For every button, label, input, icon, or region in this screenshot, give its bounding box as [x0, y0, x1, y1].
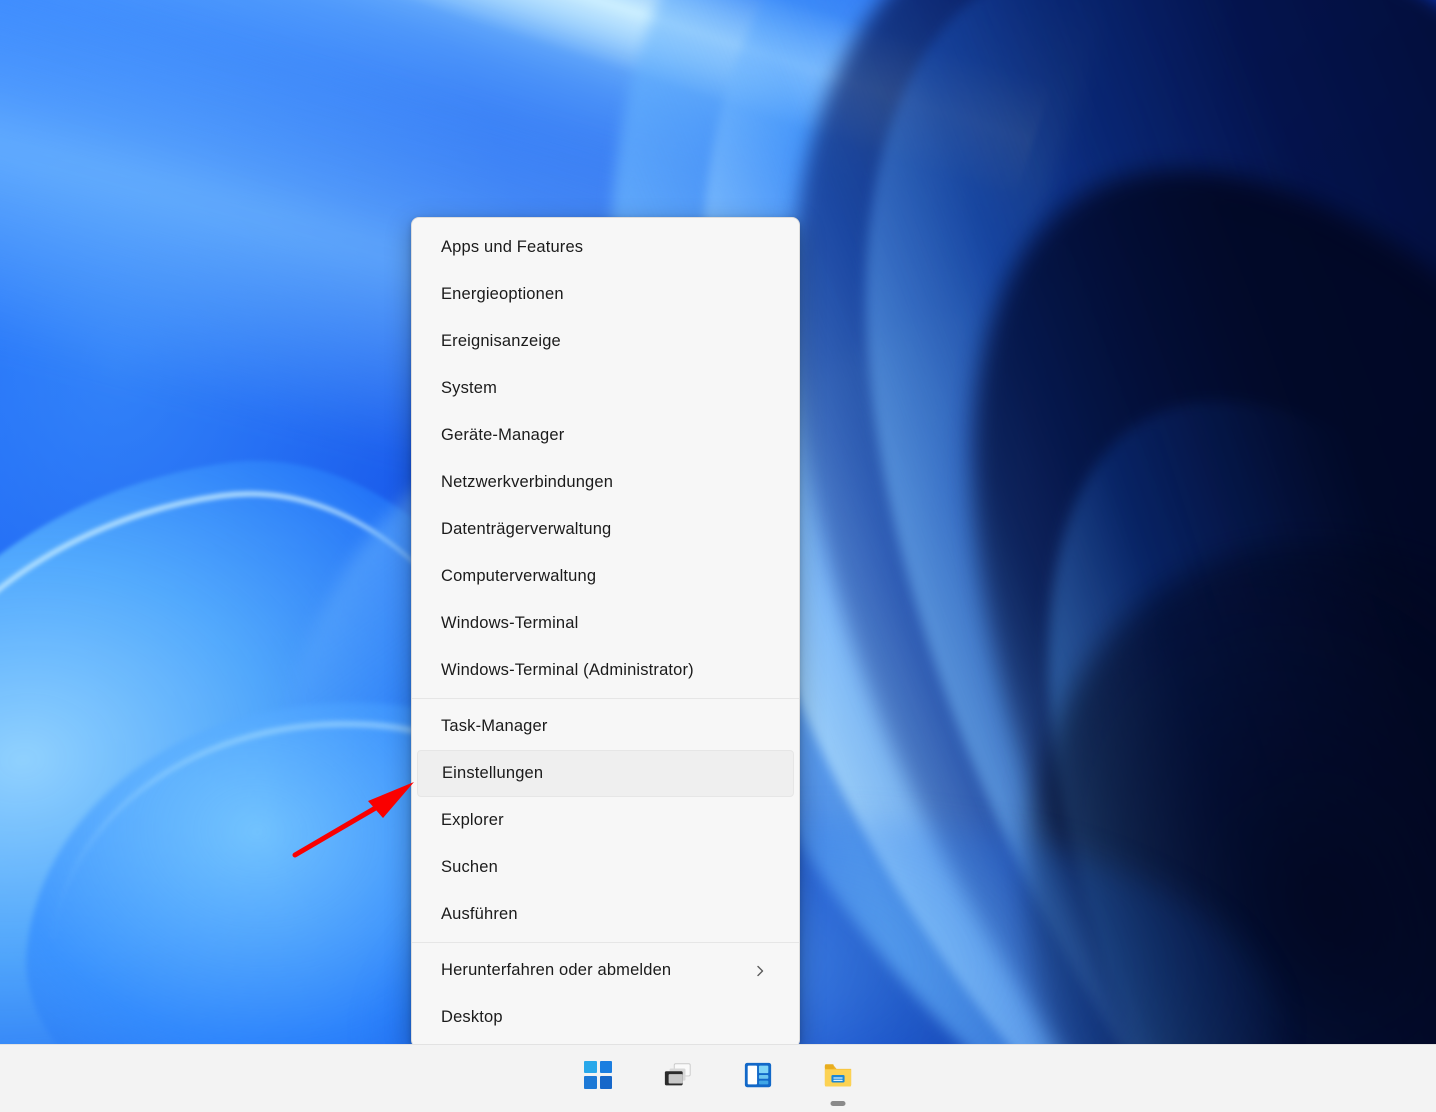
menu-item-label: Ereignisanzeige: [441, 332, 561, 350]
menu-item[interactable]: Windows-Terminal (Administrator): [417, 647, 794, 694]
menu-item-label: Netzwerkverbindungen: [441, 473, 614, 491]
menu-item[interactable]: Task-Manager: [417, 703, 794, 750]
menu-item[interactable]: Explorer: [417, 797, 794, 844]
menu-item[interactable]: Datenträgerverwaltung: [417, 506, 794, 553]
menu-item-label: Einstellungen: [442, 764, 544, 782]
widgets-icon: [744, 1062, 772, 1087]
task-view-button[interactable]: [654, 1051, 702, 1099]
menu-item-label: Datenträgerverwaltung: [441, 520, 612, 538]
menu-item[interactable]: System: [417, 365, 794, 412]
windows-start-icon: [584, 1060, 612, 1089]
file-explorer-button[interactable]: [814, 1051, 862, 1106]
menu-separator: [412, 942, 799, 943]
menu-item[interactable]: Netzwerkverbindungen: [417, 459, 794, 506]
menu-item-label: Computerverwaltung: [441, 567, 597, 585]
menu-group: Apps und Features Energieoptionen Ereignis…: [412, 222, 799, 696]
menu-item[interactable]: Ereignisanzeige: [417, 318, 794, 365]
menu-group: Herunterfahren oder abmelden Desktop: [412, 945, 799, 1043]
menu-item-label: Task-Manager: [441, 717, 548, 735]
task-view-icon: [664, 1062, 691, 1085]
menu-item[interactable]: Computerverwaltung: [417, 553, 794, 600]
menu-item-label: Windows-Terminal (Administrator): [441, 661, 694, 679]
winx-context-menu[interactable]: Apps und Features Energieoptionen Ereignis…: [411, 217, 800, 1048]
widgets-button[interactable]: [734, 1051, 782, 1099]
menu-item-label: Suchen: [441, 858, 498, 876]
menu-item[interactable]: Windows-Terminal: [417, 600, 794, 647]
menu-group: Task-Manager Einstellungen Explorer Suchen A…: [412, 701, 799, 940]
menu-item-label: Energieoptionen: [441, 285, 564, 303]
menu-item[interactable]: Ausführen: [417, 891, 794, 938]
menu-item-label: Apps und Features: [441, 238, 584, 256]
menu-item-label: Explorer: [441, 811, 504, 829]
menu-item[interactable]: Suchen: [417, 844, 794, 891]
taskbar[interactable]: [0, 1044, 1436, 1112]
menu-item[interactable]: Energieoptionen: [417, 271, 794, 318]
file-explorer-icon: [824, 1063, 852, 1087]
menu-item-label: Herunterfahren oder abmelden: [441, 961, 672, 979]
start-button[interactable]: [574, 1051, 622, 1099]
menu-item-label: Windows-Terminal: [441, 614, 579, 632]
menu-item-label: Geräte-Manager: [441, 426, 565, 444]
menu-item[interactable]: Apps und Features: [417, 224, 794, 271]
running-indicator: [830, 1100, 846, 1106]
chevron-right-icon: [752, 963, 768, 979]
menu-item[interactable]: Geräte-Manager: [417, 412, 794, 459]
menu-item[interactable]: Desktop: [417, 994, 794, 1041]
menu-item[interactable]: Einstellungen: [417, 750, 794, 797]
menu-item[interactable]: Herunterfahren oder abmelden: [417, 947, 794, 994]
menu-separator: [412, 698, 799, 699]
menu-item-label: Desktop: [441, 1008, 503, 1026]
taskbar-icon-row: [574, 1051, 862, 1107]
menu-item-label: Ausführen: [441, 905, 518, 923]
menu-item-label: System: [441, 379, 498, 397]
